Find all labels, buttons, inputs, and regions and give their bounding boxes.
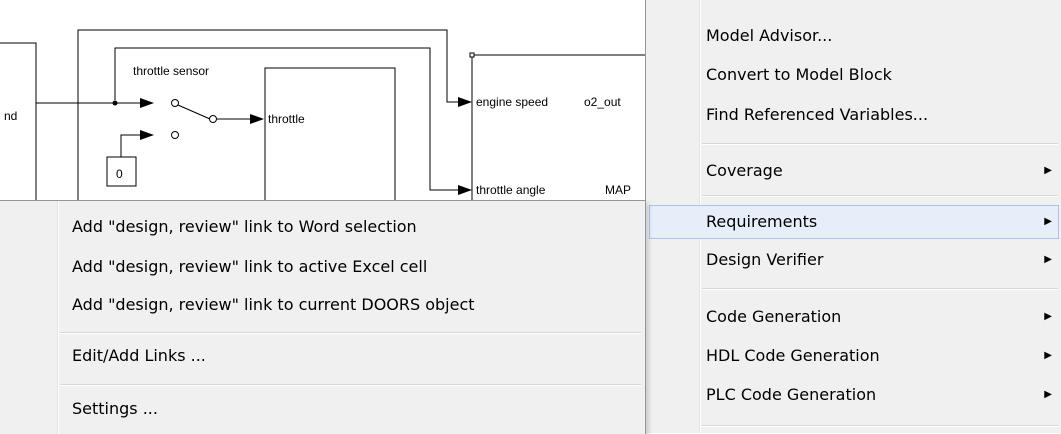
menu-item-plc-code-generation[interactable]: PLC Code Generation ▶ [646, 379, 1061, 411]
menu-item-label: Find Referenced Variables... [706, 105, 929, 124]
submenu-arrow-icon: ▶ [1044, 350, 1052, 361]
requirements-submenu: Add "design, review" link to Word select… [0, 200, 646, 434]
menu-item-label: Requirements [706, 212, 818, 231]
submenu-arrow-icon: ▶ [1044, 165, 1052, 176]
menu-item-label: Add "design, review" link to active Exce… [72, 257, 428, 276]
simulink-canvas[interactable]: nd throttle sensor throttle 0 engine spe… [0, 0, 660, 200]
switch-contact-bottom [171, 131, 179, 139]
menu-item-add-link-doors[interactable]: Add "design, review" link to current DOO… [0, 289, 645, 321]
constant-value: 0 [116, 167, 123, 181]
menu-item-label: Edit/Add Links ... [72, 346, 206, 365]
menu-separator [702, 288, 1058, 290]
arrowhead [140, 130, 154, 140]
menu-item-hdl-code-generation[interactable]: HDL Code Generation ▶ [646, 340, 1061, 372]
input-port-label: nd [4, 109, 17, 123]
o2-out-port-label: o2_out [584, 95, 621, 109]
menu-item-design-verifier[interactable]: Design Verifier ▶ [646, 244, 1061, 276]
menu-item-label: PLC Code Generation [706, 385, 877, 404]
menu-item-find-referenced-variables[interactable]: Find Referenced Variables... [646, 99, 1061, 131]
arrowhead [140, 98, 154, 108]
throttle-sensor-label: throttle sensor [133, 64, 209, 78]
engine-subsystem-block[interactable] [471, 54, 660, 200]
menu-item-label: Settings ... [72, 399, 158, 418]
menu-item-edit-add-links[interactable]: Edit/Add Links ... [0, 340, 645, 372]
menu-separator [702, 143, 1058, 145]
branch-point [112, 100, 118, 106]
menu-separator [702, 195, 1058, 197]
engine-speed-port-label: engine speed [476, 95, 548, 109]
menu-item-convert-to-model-block[interactable]: Convert to Model Block [646, 59, 1061, 91]
menu-item-label: HDL Code Generation [706, 346, 880, 365]
port-marker [469, 52, 475, 58]
menu-item-partial [646, 0, 1061, 10]
menu-separator [702, 425, 1058, 427]
menu-item-label: Coverage [706, 161, 783, 180]
menu-separator [60, 384, 641, 386]
menu-item-add-link-excel[interactable]: Add "design, review" link to active Exce… [0, 251, 645, 283]
throttle-angle-port-label: throttle angle [476, 183, 546, 197]
switch-lever [177, 104, 211, 120]
menu-item-label: Design Verifier [706, 250, 824, 269]
menu-item-add-link-word[interactable]: Add "design, review" link to Word select… [0, 211, 645, 243]
menu-item-model-advisor[interactable]: Model Advisor... [646, 20, 1061, 52]
throttle-port-label: throttle [268, 112, 305, 126]
menu-item-label: Add "design, review" link to Word select… [72, 217, 417, 236]
arrowhead [458, 97, 472, 107]
submenu-arrow-icon: ▶ [1044, 389, 1052, 400]
menu-item-settings[interactable]: Settings ... [0, 393, 645, 425]
menu-item-requirements[interactable]: Requirements ▶ [649, 205, 1059, 239]
menu-item-label: Model Advisor... [706, 26, 833, 45]
map-port-label: MAP [605, 183, 631, 197]
signal-line-const [120, 134, 140, 157]
menu-item-code-generation[interactable]: Code Generation ▶ [646, 301, 1061, 333]
arrowhead [250, 114, 264, 124]
block-context-menu: Model Advisor... Convert to Model Block … [645, 0, 1061, 433]
menu-item-label: Add "design, review" link to current DOO… [72, 295, 475, 314]
submenu-arrow-icon: ▶ [1044, 254, 1052, 265]
menu-separator [60, 332, 641, 334]
submenu-arrow-icon: ▶ [1044, 311, 1052, 322]
menu-item-label: Convert to Model Block [706, 65, 892, 84]
switch-contact-top [171, 99, 179, 107]
throttle-subsystem-block[interactable] [264, 67, 396, 200]
menu-item-coverage[interactable]: Coverage ▶ [646, 155, 1061, 187]
arrowhead [458, 185, 472, 195]
switch-contact-common [209, 115, 217, 123]
submenu-arrow-icon: ▶ [1044, 216, 1052, 227]
menu-item-label: Code Generation [706, 307, 842, 326]
